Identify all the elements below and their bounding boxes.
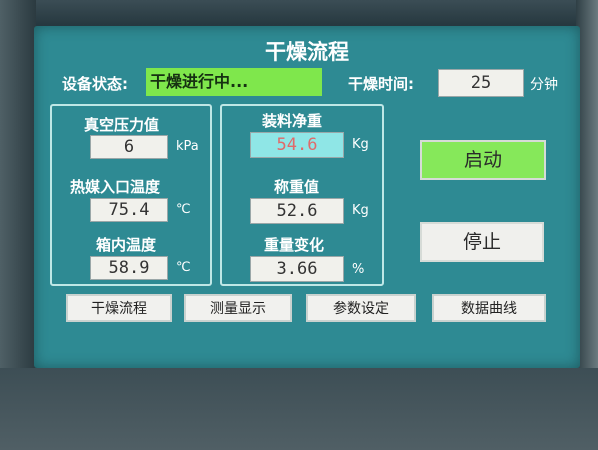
status-display: 干燥进行中... [146, 68, 322, 96]
box-temp-value: 58.9 [90, 256, 168, 280]
dry-time-unit: 分钟 [530, 77, 558, 93]
weight-change-value: 3.66 [250, 256, 344, 282]
net-weight-value[interactable]: 54.6 [250, 132, 344, 158]
tab-parameter-settings[interactable]: 参数设定 [306, 294, 416, 322]
weigh-label: 称重值 [274, 178, 320, 196]
dry-time-input[interactable]: 25 [438, 69, 524, 97]
weight-change-unit: % [352, 262, 365, 277]
tab-data-curve[interactable]: 数据曲线 [432, 294, 546, 322]
net-weight-unit: Kg [352, 137, 369, 152]
hmi-screen: 干燥流程 设备状态: 干燥进行中... 干燥时间: 25 分钟 真空压力值 6 … [34, 26, 580, 368]
weigh-unit: Kg [352, 203, 369, 218]
device-bezel-bottom [0, 368, 598, 450]
stop-button[interactable]: 停止 [420, 222, 544, 262]
start-button[interactable]: 启动 [420, 140, 546, 180]
tab-drying-process[interactable]: 干燥流程 [66, 294, 172, 322]
box-temp-unit: ℃ [176, 260, 191, 275]
inlet-temp-label: 热媒入口温度 [70, 178, 161, 196]
dry-time-label: 干燥时间: [348, 75, 414, 93]
vacuum-value: 6 [90, 135, 168, 159]
vacuum-unit: kPa [176, 139, 199, 154]
vacuum-label: 真空压力值 [84, 116, 160, 134]
weigh-value: 52.6 [250, 198, 344, 224]
tab-measurement-display[interactable]: 测量显示 [184, 294, 292, 322]
page-title: 干燥流程 [265, 40, 349, 64]
box-temp-label: 箱内温度 [96, 236, 157, 254]
net-weight-label: 装料净重 [262, 112, 323, 130]
inlet-temp-unit: ℃ [176, 202, 191, 217]
weight-change-label: 重量变化 [264, 236, 325, 254]
inlet-temp-value: 75.4 [90, 198, 168, 222]
status-label: 设备状态: [62, 75, 128, 93]
